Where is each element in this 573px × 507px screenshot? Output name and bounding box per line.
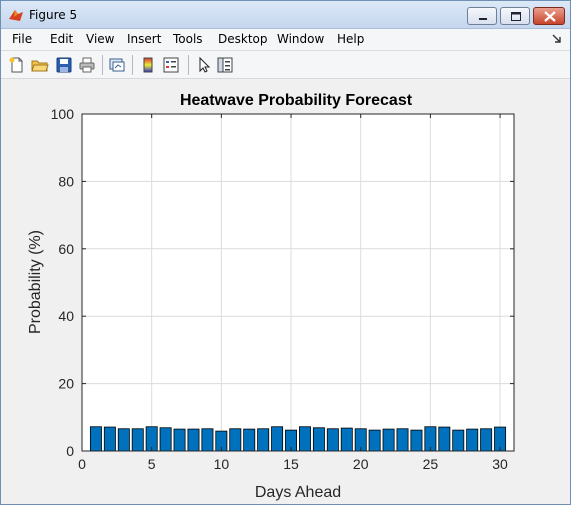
bar	[257, 428, 270, 452]
bar	[89, 426, 102, 452]
bar	[243, 428, 256, 452]
plot-area	[82, 114, 514, 451]
figure-window: Figure 5 File Edit View Insert Tools Des…	[0, 0, 571, 505]
bar-chart: Heatwave Probability Forecast 0 5 10 15 20 25…	[27, 92, 515, 501]
x-tick-label: 0	[78, 456, 86, 472]
print-icon[interactable]	[78, 56, 96, 74]
x-tick-label: 25	[423, 456, 439, 472]
bar	[312, 427, 325, 452]
x-tick-label: 30	[492, 456, 508, 472]
tool-bar	[1, 51, 570, 79]
bar	[159, 427, 172, 452]
bar	[298, 426, 311, 452]
bar	[103, 426, 116, 452]
toolbar-separator	[132, 55, 133, 75]
bar	[452, 429, 465, 452]
bar	[173, 428, 186, 452]
window-title: Figure 5	[29, 8, 78, 22]
menu-bar: File Edit View Insert Tools Desktop Wind…	[1, 29, 570, 51]
bar	[187, 428, 200, 452]
menu-file[interactable]: File	[12, 32, 32, 46]
minimize-icon	[479, 18, 487, 20]
bar	[466, 428, 479, 452]
bar	[229, 428, 242, 452]
minimize-button[interactable]	[467, 7, 497, 25]
close-icon	[544, 11, 556, 22]
maximize-button[interactable]	[500, 7, 530, 25]
new-figure-icon[interactable]	[8, 56, 26, 74]
matlab-icon	[9, 10, 23, 21]
bar	[326, 428, 339, 452]
link-plot-icon[interactable]	[108, 56, 126, 74]
insert-colorbar-icon[interactable]	[139, 56, 157, 74]
x-tick-label: 15	[283, 456, 299, 472]
x-axis-label: Days Ahead	[255, 484, 341, 501]
bar	[382, 428, 395, 452]
bar	[117, 428, 130, 452]
y-tick-label: 100	[51, 106, 75, 122]
menu-window[interactable]: Window	[277, 32, 324, 46]
bar	[340, 427, 353, 452]
bar	[131, 428, 144, 452]
menu-help[interactable]: Help	[337, 32, 364, 46]
bar	[368, 429, 381, 452]
open-file-icon[interactable]	[31, 56, 49, 74]
menu-edit[interactable]: Edit	[50, 32, 73, 46]
maximize-icon	[511, 12, 521, 21]
bar	[201, 428, 214, 452]
y-tick-label: 20	[58, 376, 74, 392]
bar	[396, 428, 409, 452]
property-inspector-icon[interactable]	[216, 56, 234, 74]
y-tick-label: 0	[66, 443, 74, 459]
close-button[interactable]	[533, 7, 565, 25]
toolbar-separator	[188, 55, 189, 75]
x-tick-label: 10	[214, 456, 230, 472]
toolbar-separator	[102, 55, 103, 75]
y-tick-label: 40	[58, 308, 74, 324]
title-bar[interactable]: Figure 5	[1, 1, 570, 29]
insert-legend-icon[interactable]	[162, 56, 180, 74]
figure-canvas: Heatwave Probability Forecast 0 5 10 15 20 25…	[5, 80, 568, 502]
bar	[410, 429, 423, 452]
x-tick-label: 20	[353, 456, 369, 472]
menu-insert[interactable]: Insert	[127, 32, 161, 46]
menu-desktop[interactable]: Desktop	[218, 32, 268, 46]
edit-plot-arrow-icon[interactable]	[195, 56, 213, 74]
y-tick-label: 80	[58, 173, 74, 189]
chart-title: Heatwave Probability Forecast	[180, 92, 413, 109]
save-icon[interactable]	[55, 56, 73, 74]
menu-tools[interactable]: Tools	[173, 32, 203, 46]
bar	[271, 426, 284, 452]
bar	[438, 426, 451, 452]
bar	[480, 428, 493, 452]
y-tick-label: 60	[58, 241, 74, 257]
x-tick-label: 5	[148, 456, 156, 472]
menu-view[interactable]: View	[86, 32, 114, 46]
dock-arrow-icon[interactable]	[552, 34, 562, 44]
y-axis-label: Probability (%)	[27, 230, 44, 334]
